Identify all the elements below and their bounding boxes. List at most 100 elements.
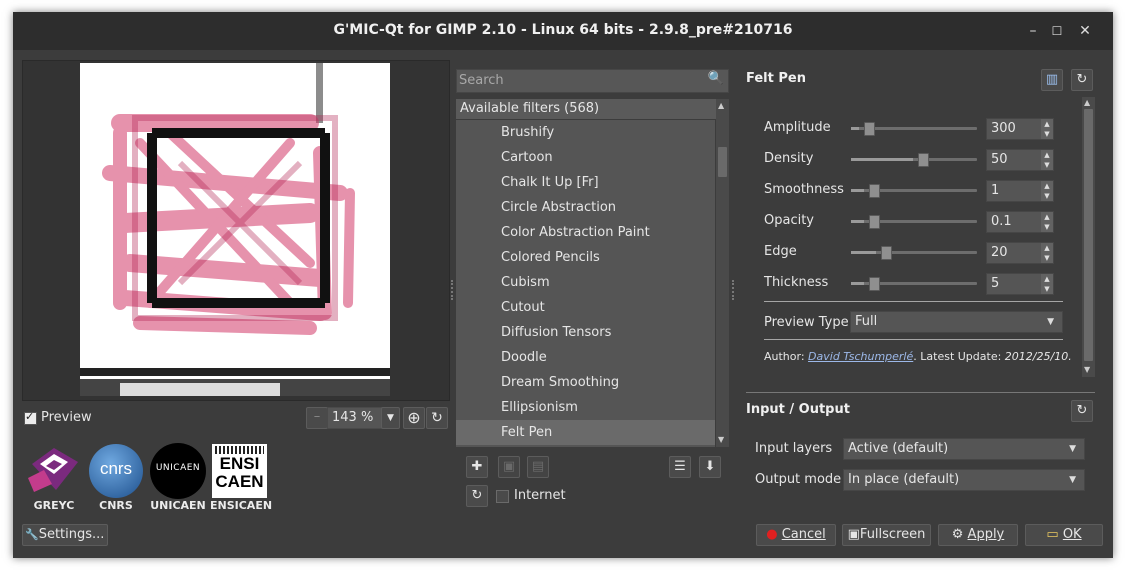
right-splitter-handle[interactable] — [732, 280, 738, 300]
param-slider-handle[interactable] — [869, 215, 880, 229]
zoom-in-button[interactable]: ⊕ — [403, 407, 425, 429]
filter-item[interactable]: Cutout — [456, 295, 715, 320]
ok-label: OK — [1062, 527, 1082, 542]
fullscreen-button[interactable]: ▣Fullscreen — [842, 524, 931, 546]
rename-favorite-button[interactable]: ▤ — [527, 456, 549, 478]
unicaen-logo[interactable]: UNICAEN — [150, 443, 206, 499]
ensicaen-logo[interactable]: ENSI CAEN — [212, 444, 267, 498]
filter-item[interactable]: Doodle — [456, 345, 715, 370]
refresh-preview-button[interactable]: ↻ — [426, 407, 448, 429]
filter-item[interactable]: Dream Smoothing — [456, 370, 715, 395]
gmic-window: G'MIC-Qt for GIMP 2.10 - Linux 64 bits -… — [13, 12, 1113, 558]
ensicaen-logo-text-bottom: CAEN — [215, 472, 264, 491]
filter-item[interactable]: Chalk It Up [Fr] — [456, 170, 715, 195]
param-slider-handle[interactable] — [864, 122, 875, 136]
spin-arrows-icon[interactable]: ▲ ▼ — [1041, 243, 1053, 263]
filter-visibility-button[interactable]: ☰ — [669, 456, 691, 478]
scroll-up-icon[interactable]: ▲ — [718, 101, 724, 110]
scroll-up-icon[interactable]: ▲ — [1084, 98, 1090, 107]
param-slider[interactable] — [851, 277, 977, 291]
preview-type-select[interactable]: Full ▼ — [850, 311, 1063, 333]
params-separator — [764, 301, 1063, 302]
filter-item[interactable]: Circle Abstraction — [456, 195, 715, 220]
io-splitter[interactable] — [746, 392, 1095, 393]
reset-parameters-button[interactable]: ↻ — [1071, 69, 1093, 91]
update-filters-button[interactable]: ↻ — [466, 485, 488, 507]
param-label: Density — [764, 151, 814, 166]
io-title: Input / Output — [746, 402, 850, 417]
add-favorite-button[interactable]: ✚ — [466, 456, 488, 478]
cancel-button[interactable]: ● Cancel — [756, 524, 836, 546]
cnrs-logo-text: cnrs — [99, 459, 133, 478]
scroll-thumb[interactable] — [1084, 109, 1093, 361]
param-slider-handle[interactable] — [869, 277, 880, 291]
params-scrollbar[interactable]: ▲ ▼ — [1082, 97, 1095, 377]
expand-collapse-button[interactable]: ⬇ — [699, 456, 721, 478]
filter-list-scrollbar[interactable]: ▲ ▼ — [716, 99, 729, 447]
output-mode-select[interactable]: In place (default) ▼ — [843, 469, 1085, 491]
filter-list[interactable]: Brushify Cartoon Chalk It Up [Fr] Circle… — [456, 120, 715, 447]
unicaen-logo-text: UNICAEN — [155, 463, 201, 473]
filter-item[interactable]: Cubism — [456, 270, 715, 295]
param-spinbox[interactable]: 1 ▲ ▼ — [986, 180, 1054, 202]
param-spinbox[interactable]: 5 ▲ ▼ — [986, 273, 1054, 295]
spin-arrows-icon[interactable]: ▲ ▼ — [1041, 212, 1053, 232]
param-spinbox[interactable]: 300 ▲ ▼ — [986, 118, 1054, 140]
preview-checkbox[interactable] — [24, 410, 37, 425]
scroll-down-icon[interactable]: ▼ — [1084, 365, 1090, 374]
filter-item[interactable]: Cartoon — [456, 145, 715, 170]
filter-search-input[interactable]: Search 🔍 — [456, 69, 729, 93]
filter-item[interactable]: Ellipsionism — [456, 395, 715, 420]
spin-arrows-icon[interactable]: ▲ ▼ — [1041, 274, 1053, 294]
param-slider[interactable] — [851, 153, 977, 167]
greyc-logo-icon — [28, 448, 78, 492]
settings-button[interactable]: 🔧Settings... — [22, 524, 108, 546]
zoom-dropdown[interactable]: ▼ — [381, 407, 400, 429]
remove-favorite-button[interactable]: ▣ — [498, 456, 520, 478]
param-slider[interactable] — [851, 215, 977, 229]
param-slider-fill — [851, 220, 864, 223]
param-value: 20 — [991, 245, 1008, 260]
param-spinbox[interactable]: 0.1 ▲ ▼ — [986, 211, 1054, 233]
refresh-icon: ↻ — [431, 410, 443, 426]
param-spinbox[interactable]: 20 ▲ ▼ — [986, 242, 1054, 264]
apply-button[interactable]: ⚙ Apply — [938, 524, 1018, 546]
filter-item[interactable]: Colored Pencils — [456, 245, 715, 270]
param-slider-handle[interactable] — [881, 246, 892, 260]
zoom-input[interactable]: 143 % — [327, 407, 385, 429]
copy-to-clipboard-button[interactable]: ▥ — [1041, 69, 1063, 91]
filter-item[interactable]: Diffusion Tensors — [456, 320, 715, 345]
minimize-button[interactable]: – — [1023, 21, 1043, 41]
scroll-down-icon[interactable]: ▼ — [718, 435, 724, 444]
spin-arrows-icon[interactable]: ▲ ▼ — [1041, 150, 1053, 170]
window-title: G'MIC-Qt for GIMP 2.10 - Linux 64 bits -… — [333, 22, 793, 38]
param-slider-handle[interactable] — [918, 153, 929, 167]
maximize-button[interactable]: ☐ — [1047, 21, 1067, 41]
author-link[interactable]: David Tschumperlé — [808, 350, 913, 363]
filter-item[interactable]: Color Abstraction Paint — [456, 220, 715, 245]
filter-item[interactable]: Brushify — [456, 120, 715, 145]
param-slider[interactable] — [851, 184, 977, 198]
zoom-in-icon: ⊕ — [407, 408, 421, 427]
param-slider[interactable] — [851, 246, 977, 260]
greyc-logo[interactable] — [26, 444, 82, 496]
scroll-thumb[interactable] — [718, 147, 727, 177]
spin-arrows-icon[interactable]: ▲ ▼ — [1041, 181, 1053, 201]
param-slider[interactable] — [851, 122, 977, 136]
internet-checkbox[interactable] — [496, 490, 509, 503]
input-layers-select[interactable]: Active (default) ▼ — [843, 438, 1085, 460]
spin-arrows-icon[interactable]: ▲ ▼ — [1041, 119, 1053, 139]
cnrs-logo[interactable]: cnrs — [89, 444, 143, 498]
rename-favorite-icon: ▤ — [531, 459, 545, 474]
ok-button[interactable]: ▭ OK — [1025, 524, 1103, 546]
preview-area[interactable] — [22, 60, 450, 401]
gear-icon: ⚙ — [951, 527, 964, 542]
param-spinbox[interactable]: 50 ▲ ▼ — [986, 149, 1054, 171]
zoom-out-button[interactable]: – — [306, 407, 328, 429]
param-label: Opacity — [764, 213, 815, 228]
param-slider-handle[interactable] — [869, 184, 880, 198]
close-button[interactable]: ✕ — [1075, 21, 1095, 41]
filter-item-selected[interactable]: Felt Pen — [456, 420, 715, 445]
filter-list-header[interactable]: Available filters (568) — [456, 99, 719, 119]
reset-io-button[interactable]: ↻ — [1071, 400, 1093, 422]
